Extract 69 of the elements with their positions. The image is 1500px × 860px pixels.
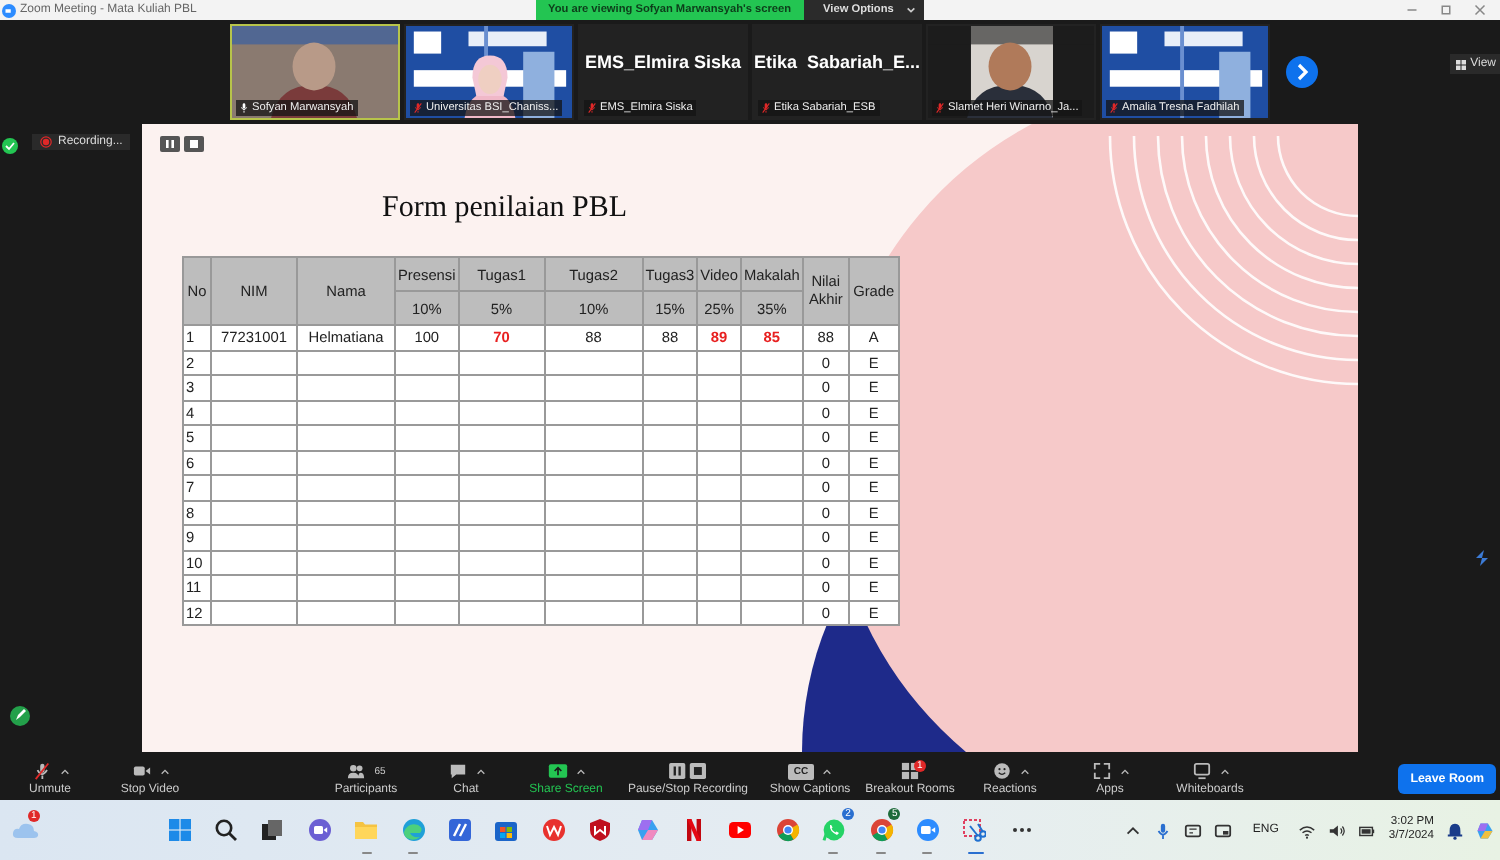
pen-icon[interactable] (10, 706, 30, 726)
muted-mic-icon (414, 102, 422, 114)
phone-bubble-icon (822, 818, 847, 842)
grid-icon (1456, 59, 1467, 69)
smiley-icon (991, 762, 1011, 780)
next-page-icon[interactable] (1286, 56, 1318, 88)
security-shield-icon[interactable] (2, 138, 18, 154)
store-icon (494, 818, 519, 842)
slash-icon (448, 818, 473, 842)
muted-mic-icon (1110, 102, 1118, 114)
zigzag-circle-icon (541, 818, 566, 842)
monitor-icon (1191, 762, 1211, 780)
task-view-icon (260, 818, 285, 842)
video-camera-icon (131, 762, 151, 780)
running-indicator (828, 851, 839, 854)
color-wheel-icon (775, 818, 800, 842)
search-icon (214, 818, 239, 842)
participant-name: EMS_Elmira Siska (584, 52, 742, 72)
wave-icon (401, 818, 426, 842)
volume-icon[interactable] (1328, 821, 1347, 839)
running-indicator (967, 851, 984, 854)
pause-stop-icon (668, 762, 708, 780)
muted-mic-icon (762, 102, 770, 114)
caret-icon[interactable] (1219, 767, 1229, 775)
wifi-icon[interactable] (1298, 821, 1317, 839)
caret-icon[interactable] (822, 767, 833, 775)
shield-icon (588, 818, 613, 842)
folder-icon (354, 818, 379, 842)
expand-icon (1091, 762, 1111, 780)
running-indicator (407, 851, 418, 854)
participant-name: Etika Sabariah_E... (754, 52, 920, 72)
caret-icon[interactable] (575, 767, 585, 775)
bell-icon[interactable] (1446, 821, 1464, 839)
muted-mic-icon (31, 762, 51, 780)
record-dot-icon (40, 136, 52, 148)
caret-icon[interactable] (1119, 767, 1129, 775)
running-indicator (922, 851, 933, 854)
stop-icon[interactable] (184, 136, 204, 152)
play-icon (728, 818, 753, 842)
video-call-icon (307, 818, 332, 842)
battery-icon[interactable] (1358, 821, 1377, 839)
share-screen-icon (547, 762, 567, 780)
caret-icon[interactable] (475, 767, 485, 775)
start-icon (167, 818, 192, 842)
mic-icon (240, 102, 248, 114)
caret-icon[interactable] (59, 767, 69, 775)
maximize-icon[interactable] (1440, 4, 1452, 16)
hexagon-icon[interactable] (1476, 821, 1494, 839)
mic-icon[interactable] (1154, 821, 1173, 839)
slide-title: Form penilaian PBL (382, 192, 627, 226)
color-wheel-icon (869, 818, 894, 842)
window-icon[interactable] (1214, 821, 1233, 839)
scissors-icon (962, 818, 987, 842)
hexagon-icon (635, 818, 660, 842)
people-icon (346, 762, 367, 780)
caret-icon (905, 6, 916, 14)
muted-mic-icon (936, 102, 944, 114)
video-call-icon (915, 818, 940, 842)
screen-icon[interactable] (1184, 821, 1203, 839)
close-icon[interactable] (1474, 4, 1486, 16)
pause-icon[interactable] (160, 136, 180, 152)
ribbon-icon (681, 818, 706, 842)
running-indicator (361, 851, 372, 854)
running-indicator (875, 851, 886, 854)
caret-icon[interactable] (159, 767, 169, 775)
muted-mic-icon (588, 102, 596, 114)
chat-bubble-icon (447, 762, 467, 780)
side-tool-icon[interactable] (1472, 548, 1492, 568)
caret-icon[interactable] (1019, 767, 1029, 775)
